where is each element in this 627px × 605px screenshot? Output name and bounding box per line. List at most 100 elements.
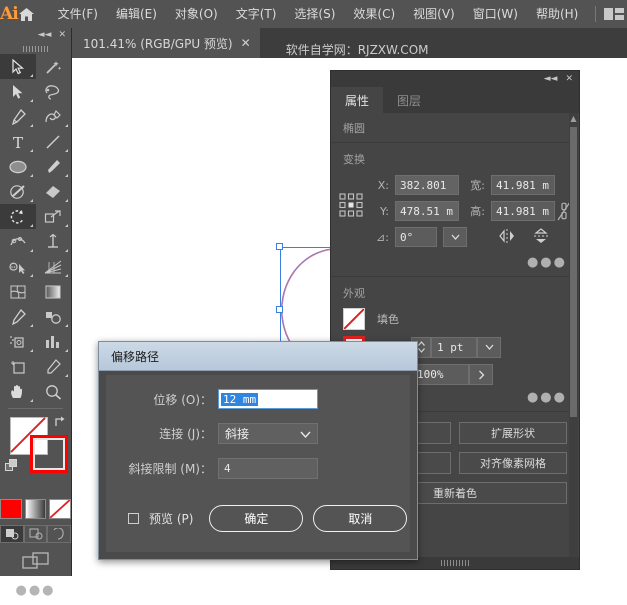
transform-more-icon[interactable]: ●●● <box>331 253 579 276</box>
hand-tool[interactable] <box>0 379 36 404</box>
flip-buttons <box>499 227 549 247</box>
offset-label: 位移 (O)： <box>153 392 212 407</box>
menu-edit[interactable]: 编辑(E) <box>107 0 166 28</box>
draw-inside-icon[interactable] <box>47 525 72 543</box>
stroke-weight-input[interactable]: 1 pt <box>431 336 477 358</box>
slice-tool[interactable] <box>36 354 72 379</box>
none-swatch-button[interactable] <box>49 499 72 519</box>
direct-selection-tool[interactable] <box>0 79 36 104</box>
fill-row: 填色 <box>331 305 579 333</box>
tools-panel: ◄◄ ✕ T ●●● <box>0 28 72 598</box>
menu-type[interactable]: 文字(T) <box>227 0 286 28</box>
pen-tool[interactable] <box>0 104 36 129</box>
gradient-tool[interactable] <box>36 279 72 304</box>
menu-items: 文件(F) 编辑(E) 对象(O) 文字(T) 选择(S) 效果(C) 视图(V… <box>49 0 588 28</box>
miter-row: 斜接限制 (M)： 4 <box>106 458 410 479</box>
height-input[interactable]: 41.981 m <box>491 201 555 221</box>
reference-point-selector[interactable] <box>339 193 363 220</box>
offset-row: 位移 (O)： 12 mm <box>106 389 410 409</box>
draw-behind-icon[interactable] <box>23 525 48 543</box>
scale-tool[interactable] <box>36 204 72 229</box>
document-tab[interactable]: 101.41% (RGB/GPU 预览) ✕ <box>72 28 260 58</box>
change-screen-mode-icon[interactable] <box>0 551 71 571</box>
selection-tool[interactable] <box>0 54 36 79</box>
properties-panel-header: ◄◄ ✕ <box>331 71 579 87</box>
close-icon[interactable]: ✕ <box>565 74 573 84</box>
collapse-icon[interactable]: ◄◄ <box>544 74 558 84</box>
properties-scrollbar[interactable]: ▲ <box>569 113 578 568</box>
column-graph-tool[interactable] <box>36 329 72 354</box>
home-icon[interactable] <box>18 7 35 22</box>
fill-color-swatch[interactable] <box>343 308 365 330</box>
scroll-up-icon[interactable]: ▲ <box>569 114 578 124</box>
join-select[interactable]: 斜接 <box>218 423 318 444</box>
handle-middle-left[interactable] <box>276 306 283 313</box>
stroke-swatch[interactable] <box>30 435 68 473</box>
artboard-tool[interactable] <box>0 354 36 379</box>
menu-effect[interactable]: 效果(C) <box>344 0 404 28</box>
preview-checkbox[interactable] <box>128 513 139 524</box>
lasso-tool[interactable] <box>36 79 72 104</box>
menu-select[interactable]: 选择(S) <box>285 0 344 28</box>
offset-input[interactable]: 12 mm <box>218 389 318 409</box>
watermark-note: 软件自学网：RJZXW.COM <box>285 43 429 57</box>
tab-layers[interactable]: 图层 <box>383 87 435 113</box>
gradient-swatch-button[interactable] <box>24 499 47 519</box>
angle-input[interactable]: 0° <box>395 227 437 247</box>
menu-window[interactable]: 窗口(W) <box>464 0 527 28</box>
shaper-tool[interactable] <box>0 179 36 204</box>
mesh-tool[interactable] <box>0 279 36 304</box>
chevron-down-icon[interactable] <box>443 227 467 247</box>
line-segment-tool[interactable] <box>36 129 72 154</box>
rotate-tool[interactable] <box>0 204 36 229</box>
collapse-icon[interactable]: ◄◄ <box>38 31 52 40</box>
x-label: X: <box>377 178 389 192</box>
blend-tool[interactable] <box>36 304 72 329</box>
zoom-tool[interactable] <box>36 379 72 404</box>
handle-top-left[interactable] <box>276 243 283 250</box>
stroke-weight-chevron-icon[interactable] <box>477 336 501 358</box>
tab-properties[interactable]: 属性 <box>331 87 384 113</box>
tools-panel-grip[interactable] <box>0 43 71 54</box>
width-input[interactable]: 41.981 m <box>491 175 555 195</box>
y-input[interactable]: 478.51 m <box>395 201 459 221</box>
flip-horizontal-icon[interactable] <box>499 228 515 247</box>
perspective-grid-tool[interactable] <box>36 254 72 279</box>
opacity-options-icon[interactable] <box>469 364 493 385</box>
menu-help[interactable]: 帮助(H) <box>527 0 587 28</box>
angle-label: ⊿: <box>376 230 389 244</box>
color-swatch-button[interactable] <box>0 499 22 519</box>
close-icon[interactable]: ✕ <box>241 37 251 49</box>
swap-fill-stroke-icon[interactable] <box>53 415 67 431</box>
width-tool[interactable] <box>0 229 36 254</box>
ellipse-tool[interactable] <box>0 154 36 179</box>
menu-view[interactable]: 视图(V) <box>404 0 464 28</box>
miter-input[interactable]: 4 <box>218 458 318 479</box>
eyedropper-tool[interactable] <box>0 304 36 329</box>
shape-builder-tool[interactable] <box>0 254 36 279</box>
menu-object[interactable]: 对象(O) <box>166 0 227 28</box>
y-label: Y: <box>380 204 389 218</box>
default-fill-stroke-icon[interactable] <box>5 459 19 476</box>
ok-button[interactable]: 确定 <box>209 505 304 532</box>
free-transform-tool[interactable] <box>36 229 72 254</box>
symbol-sprayer-tool[interactable] <box>0 329 36 354</box>
eraser-tool[interactable] <box>36 179 72 204</box>
align-pixel-grid-button[interactable]: 对齐像素网格 <box>459 452 567 474</box>
cancel-button[interactable]: 取消 <box>313 505 408 532</box>
opacity-input[interactable]: 100% <box>411 364 469 385</box>
paintbrush-tool[interactable] <box>36 154 72 179</box>
expand-shape-button[interactable]: 扩展形状 <box>459 422 567 444</box>
type-tool[interactable]: T <box>0 129 36 154</box>
scrollbar-thumb[interactable] <box>570 127 577 417</box>
curvature-tool[interactable] <box>36 104 72 129</box>
magic-wand-tool[interactable] <box>36 54 72 79</box>
workspace-switcher-icon[interactable] <box>604 7 626 21</box>
tools-more-icon[interactable]: ●●● <box>0 583 71 598</box>
close-icon[interactable]: ✕ <box>58 31 66 40</box>
dialog-body: 位移 (O)： 12 mm 连接 (J)： 斜接 斜接限制 (M)： 4 预览 … <box>106 375 410 552</box>
x-input[interactable]: 382.801 <box>395 175 459 195</box>
flip-vertical-icon[interactable] <box>533 227 549 247</box>
draw-normal-icon[interactable] <box>0 525 24 543</box>
menu-file[interactable]: 文件(F) <box>49 0 107 28</box>
